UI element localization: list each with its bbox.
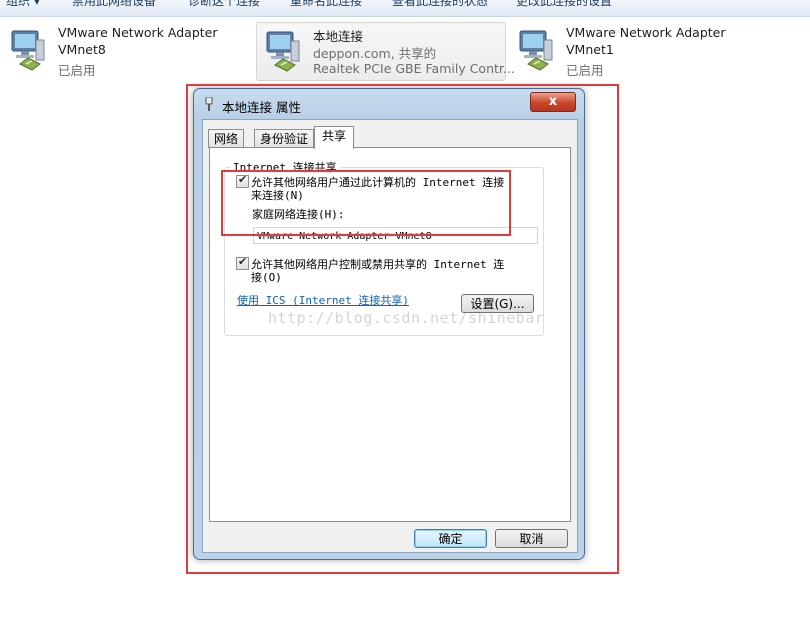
network-adapter-icon [519,30,553,71]
network-adapter-icon [11,30,45,71]
adapter-status: 已启用 [566,63,604,78]
adapter-line2: VMnet8 [58,42,106,57]
toolbar-rename[interactable]: 重命名此连接 [290,0,362,9]
adapter-name: VMware Network Adapter [58,25,218,40]
adapter-line2: VMnet1 [566,42,614,57]
highlight-frame-share-option [221,170,511,236]
adapter-vmnet1[interactable]: VMware Network Adapter VMnet1 已启用 [510,22,750,79]
tab-sharing[interactable]: 共享 [314,126,355,149]
network-adapter-icon [266,31,300,72]
adapter-line2: deppon.com, 共享的 [313,46,437,61]
command-toolbar: 组织 ▾ 禁用此网络设备 诊断这个连接 重命名此连接 查看此连接的状态 更改此连… [0,0,810,17]
adapter-status: 已启用 [58,63,96,78]
toolbar-diagnose[interactable]: 诊断这个连接 [188,0,260,9]
adapter-device: Realtek PCIe GBE Family Contr... [313,61,515,76]
adapter-vmnet8[interactable]: VMware Network Adapter VMnet8 已启用 [2,22,242,79]
highlight-frame-dialog [186,84,619,574]
adapter-local-connection[interactable]: 本地连接 deppon.com, 共享的 Realtek PCIe GBE Fa… [256,22,515,81]
adapter-name: VMware Network Adapter [566,25,726,40]
toolbar-view-status[interactable]: 查看此连接的状态 [392,0,488,9]
toolbar-change-settings[interactable]: 更改此连接的设置 [516,0,612,9]
toolbar-organize[interactable]: 组织 ▾ [6,0,40,9]
toolbar-disable-device[interactable]: 禁用此网络设备 [72,0,156,9]
